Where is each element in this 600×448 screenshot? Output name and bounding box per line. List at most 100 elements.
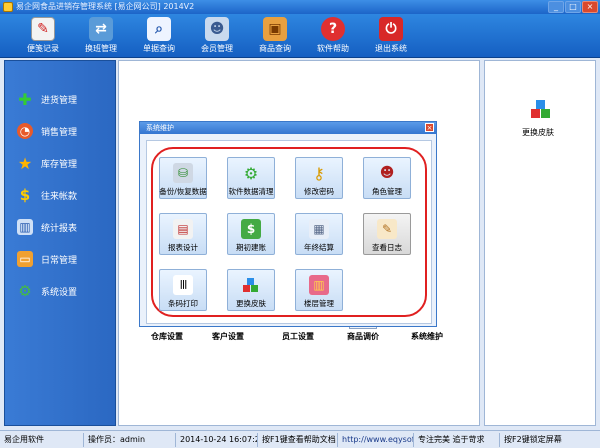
sidebar-item-accounts[interactable]: $ 往来帐款 bbox=[5, 179, 115, 211]
members-button[interactable]: ☻ 会员管理 bbox=[188, 14, 246, 58]
cubes-icon bbox=[531, 100, 550, 118]
notepad-button[interactable]: ✎ 便笺记录 bbox=[14, 14, 72, 58]
warehouse-settings-link[interactable]: 仓库设置 bbox=[151, 331, 183, 342]
opening-accounts-button[interactable]: $ 期初建账 bbox=[227, 213, 275, 255]
notepad-icon: ✎ bbox=[31, 17, 55, 41]
backup-restore-button[interactable]: ⛁ 备份/恢复数据 bbox=[159, 157, 207, 199]
log-icon: ✎ bbox=[377, 219, 397, 239]
sidebar-item-reports[interactable]: ▥ 统计报表 bbox=[5, 211, 115, 243]
members-label: 会员管理 bbox=[201, 44, 233, 53]
minimize-button[interactable]: _ bbox=[548, 1, 564, 13]
tile-label: 查看日志 bbox=[372, 243, 402, 252]
sidebar-item-label: 库存管理 bbox=[41, 159, 78, 170]
dialog-close-button[interactable]: × bbox=[425, 123, 434, 132]
help-button[interactable]: ? 软件帮助 bbox=[304, 14, 362, 58]
window-controls: _ □ × bbox=[548, 1, 598, 13]
document-search-label: 单据查询 bbox=[143, 44, 175, 53]
sidebar-item-daily[interactable]: ▭ 日常管理 bbox=[5, 243, 115, 275]
status-datetime: 2014-10-24 16:07:21 bbox=[176, 432, 258, 447]
tile-label: 软件数据清理 bbox=[228, 187, 274, 196]
search-icon: ⌕ bbox=[147, 17, 171, 41]
system-maintenance-link[interactable]: 系统维护 bbox=[411, 331, 443, 342]
database-icon: ⛁ bbox=[173, 163, 193, 183]
shift-button[interactable]: ⇄ 换班管理 bbox=[72, 14, 130, 58]
sidebar-item-label: 进货管理 bbox=[41, 95, 78, 106]
star-icon: ★ bbox=[17, 153, 33, 173]
dollar-icon: $ bbox=[19, 186, 31, 204]
status-bar: 易企用软件 操作员：admin 2014-10-24 16:07:21 按F1键… bbox=[0, 430, 600, 448]
staff-settings-link[interactable]: 员工设置 bbox=[282, 331, 314, 342]
system-maintenance-dialog: 系统维护 × ⛁ 备份/恢复数据 ⚙ 软件数据清理 ⚷ 修改密码 ☻ 角色管理 … bbox=[139, 121, 437, 327]
change-skin-label: 更换皮肤 bbox=[522, 128, 554, 137]
power-icon: ⏻ bbox=[379, 17, 403, 41]
change-password-button[interactable]: ⚷ 修改密码 bbox=[295, 157, 343, 199]
maximize-button[interactable]: □ bbox=[565, 1, 581, 13]
dialog-title: 系统维护 bbox=[140, 122, 436, 134]
exit-button[interactable]: ⏻ 退出系统 bbox=[362, 14, 420, 58]
pie-icon: ◔ bbox=[17, 123, 33, 139]
key-icon: ⚷ bbox=[313, 163, 325, 183]
window-title: 易企网食品进销存管理系统 [易企网公司] 2014V2 bbox=[16, 2, 195, 11]
year-end-settlement-button[interactable]: ▦ 年终结算 bbox=[295, 213, 343, 255]
gear-icon: ⚙ bbox=[243, 163, 259, 183]
report-design-button[interactable]: ▤ 报表设计 bbox=[159, 213, 207, 255]
price-adjust-link[interactable]: 商品调价 bbox=[347, 331, 379, 342]
users-icon: ☻ bbox=[379, 165, 395, 181]
floor-management-button[interactable]: ▥ 楼层管理 bbox=[295, 269, 343, 311]
dialog-body: ⛁ 备份/恢复数据 ⚙ 软件数据清理 ⚷ 修改密码 ☻ 角色管理 ▤ 报表设计 … bbox=[146, 140, 432, 324]
tile-label: 备份/恢复数据 bbox=[159, 187, 207, 196]
help-label: 软件帮助 bbox=[317, 44, 349, 53]
plus-icon: ✚ bbox=[18, 89, 32, 109]
help-icon: ? bbox=[321, 17, 345, 41]
goods-search-label: 商品查询 bbox=[259, 44, 291, 53]
exit-label: 退出系统 bbox=[375, 44, 407, 53]
tile-label: 楼层管理 bbox=[304, 299, 334, 308]
customer-settings-link[interactable]: 客户设置 bbox=[212, 331, 244, 342]
goods-icon: ▣ bbox=[263, 17, 287, 41]
sidebar-item-label: 往来帐款 bbox=[41, 191, 78, 202]
change-skin-button[interactable]: 更换皮肤 bbox=[521, 97, 561, 138]
change-skin-tile-button[interactable]: 更换皮肤 bbox=[227, 269, 275, 311]
members-icon: ☻ bbox=[205, 17, 229, 41]
tile-label: 条码打印 bbox=[168, 299, 198, 308]
sidebar-item-label: 销售管理 bbox=[41, 127, 78, 138]
sidebar-item-label: 日常管理 bbox=[41, 255, 78, 266]
goods-search-button[interactable]: ▣ 商品查询 bbox=[246, 14, 304, 58]
data-cleanup-button[interactable]: ⚙ 软件数据清理 bbox=[227, 157, 275, 199]
tile-label: 期初建账 bbox=[236, 243, 266, 252]
barcode-print-button[interactable]: ||| 条码打印 bbox=[159, 269, 207, 311]
sidebar-item-label: 统计报表 bbox=[41, 223, 78, 234]
sidebar-item-inventory[interactable]: ★ 库存管理 bbox=[5, 147, 115, 179]
status-operator: 操作员：admin bbox=[84, 432, 176, 447]
setup-icon: $ bbox=[241, 219, 261, 239]
tile-label: 报表设计 bbox=[168, 243, 198, 252]
status-url[interactable]: http://www.eqysoft.cn/ bbox=[338, 432, 414, 447]
sidebar-item-settings[interactable]: ⚙ 系统设置 bbox=[5, 275, 115, 307]
close-button[interactable]: × bbox=[582, 1, 598, 13]
tile-label: 更换皮肤 bbox=[236, 299, 266, 308]
status-company: 易企用软件 bbox=[0, 432, 84, 447]
app-icon bbox=[3, 2, 13, 12]
skin-icon bbox=[243, 278, 258, 292]
report-icon: ▤ bbox=[173, 219, 193, 239]
sidebar-item-label: 系统设置 bbox=[41, 287, 78, 298]
shift-label: 换班管理 bbox=[85, 44, 117, 53]
tile-label: 角色管理 bbox=[372, 187, 402, 196]
status-slogan: 专注完美 追于苛求 bbox=[414, 432, 500, 447]
gear-icon: ⚙ bbox=[18, 282, 32, 300]
status-help: 按F1键查看帮助文档 bbox=[258, 432, 338, 447]
tile-label: 修改密码 bbox=[304, 187, 334, 196]
right-panel: 更换皮肤 bbox=[484, 60, 596, 426]
floor-icon: ▥ bbox=[309, 275, 329, 295]
sidebar-item-sales[interactable]: ◔ 销售管理 bbox=[5, 115, 115, 147]
document-search-button[interactable]: ⌕ 单据查询 bbox=[130, 14, 188, 58]
title-bar: 易企网食品进销存管理系统 [易企网公司] 2014V2 _ □ × bbox=[0, 0, 600, 14]
role-management-button[interactable]: ☻ 角色管理 bbox=[363, 157, 411, 199]
chart-icon: ▥ bbox=[17, 219, 33, 235]
notepad-label: 便笺记录 bbox=[27, 44, 59, 53]
sidebar-item-purchase[interactable]: ✚ 进货管理 bbox=[5, 83, 115, 115]
sidebar: ✚ 进货管理 ◔ 销售管理 ★ 库存管理 $ 往来帐款 ▥ 统计报表 ▭ 日常管… bbox=[4, 60, 116, 426]
barcode-icon: ||| bbox=[173, 275, 193, 295]
status-lock-hint: 按F2键锁定屏幕 bbox=[504, 434, 562, 444]
view-log-button[interactable]: ✎ 查看日志 bbox=[363, 213, 411, 255]
